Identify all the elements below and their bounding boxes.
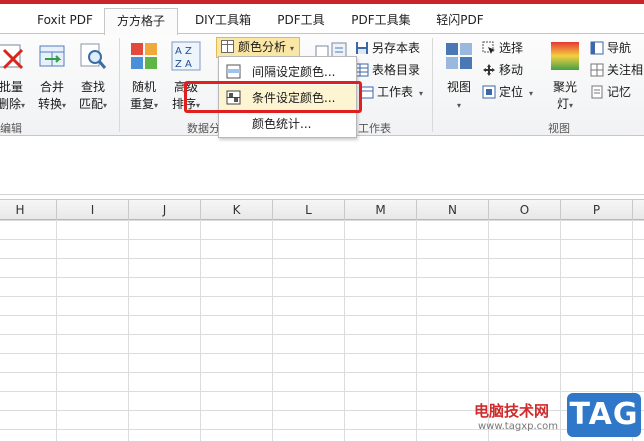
move-button[interactable]: 移动 <box>482 60 523 80</box>
tab-foxit-pdf[interactable]: Foxit PDF <box>34 10 96 34</box>
svg-text:A Z: A Z <box>175 46 192 57</box>
formula-bar-divider <box>0 194 644 195</box>
memory-icon <box>591 85 603 99</box>
highlight-annotation-box <box>184 81 362 113</box>
advanced-sort-icon: A Z Z A <box>171 41 201 71</box>
grid-column-line <box>128 220 129 441</box>
view-dropdown: ▾ <box>456 101 461 110</box>
random-repeat-icon <box>131 43 157 69</box>
watermark-site-name: 电脑技术网 <box>474 402 550 420</box>
tab-pdf-tools[interactable]: PDF工具 <box>270 10 332 34</box>
spotlight-label-2: 灯▾ <box>556 97 574 111</box>
data-group-label: 数据分 <box>187 122 220 135</box>
move-icon <box>483 64 495 76</box>
grid-column-line <box>56 220 57 441</box>
color-analysis-icon <box>221 40 234 53</box>
color-analysis-label: 颜色分析 <box>238 40 287 54</box>
save-icon <box>356 42 368 54</box>
navigation-icon <box>590 41 604 55</box>
tab-diy-toolbox[interactable]: DIY工具箱 <box>188 10 258 34</box>
tab-fangfang-gezi[interactable]: 方方格子 <box>104 8 178 35</box>
column-header-n[interactable]: N <box>417 200 489 220</box>
spotlight-label-1: 聚光 <box>552 80 577 94</box>
view-label: 视图 <box>446 80 471 94</box>
edit-group-label: 编辑 <box>0 122 22 135</box>
worksheet-icon <box>360 86 374 99</box>
tab-pdf-toolset[interactable]: PDF工具集 <box>346 10 416 34</box>
view-group-label: 视图 <box>548 122 570 135</box>
grid-column-line <box>272 220 273 441</box>
watermark-url: www.tagxp.com <box>478 421 558 432</box>
find-match-label-2: 匹配▾ <box>78 97 108 111</box>
formula-bar-area <box>0 137 644 195</box>
menu-item-color-statistics[interactable]: 颜色统计... <box>219 111 356 137</box>
save-sheet-button[interactable]: 另存本表 <box>355 38 420 58</box>
find-match-label-1: 查找 <box>80 80 105 94</box>
tab-qingshan-pdf[interactable]: 轻闪PDF <box>430 10 490 34</box>
grid-column-line <box>200 220 201 441</box>
navigation-button[interactable]: 导航 <box>590 38 631 58</box>
grid-column-line <box>560 220 561 441</box>
column-header-i[interactable]: I <box>57 200 129 220</box>
locate-icon <box>482 85 496 99</box>
select-icon <box>482 41 495 54</box>
sheet-index-button[interactable]: 表格目录 <box>355 60 420 80</box>
worksheet-group-label: 工作表 <box>358 122 391 135</box>
tab-previous-partial[interactable] <box>0 10 22 34</box>
column-header-m[interactable]: M <box>345 200 417 220</box>
interval-color-icon <box>226 64 241 79</box>
column-header-j[interactable]: J <box>129 200 201 220</box>
locate-button[interactable]: 定位 ▾ <box>482 82 533 102</box>
batch-delete-icon <box>0 44 24 70</box>
column-header-k[interactable]: K <box>201 200 273 220</box>
follow-button[interactable]: 关注相 <box>590 60 643 80</box>
column-header-h[interactable]: H <box>0 200 57 220</box>
ribbon-tab-bar: Foxit PDF 方方格子 DIY工具箱 PDF工具 PDF工具集 轻闪PDF <box>0 4 644 35</box>
column-header-p[interactable]: P <box>561 200 633 220</box>
sheet-index-icon <box>355 63 369 77</box>
column-header-o[interactable]: O <box>489 200 561 220</box>
select-button[interactable]: 选择 <box>482 38 523 58</box>
svg-text:Z A: Z A <box>175 59 192 70</box>
follow-icon <box>590 63 604 77</box>
group-separator <box>432 38 433 132</box>
watermark-tag-logo: TAG <box>567 393 641 437</box>
grid-column-line <box>344 220 345 441</box>
column-header-row: H I J K L M N O P <box>0 199 644 220</box>
find-match-icon <box>80 43 107 69</box>
grid-column-line <box>416 220 417 441</box>
memory-button[interactable]: 记忆 <box>590 82 631 102</box>
color-analysis-button[interactable]: 颜色分析 ▾ <box>216 37 300 58</box>
view-icon <box>446 43 472 69</box>
merge-convert-icon <box>39 45 65 67</box>
column-header-l[interactable]: L <box>273 200 345 220</box>
spotlight-icon <box>551 42 579 70</box>
worksheet-button[interactable]: 工作表 ▾ <box>360 82 423 102</box>
